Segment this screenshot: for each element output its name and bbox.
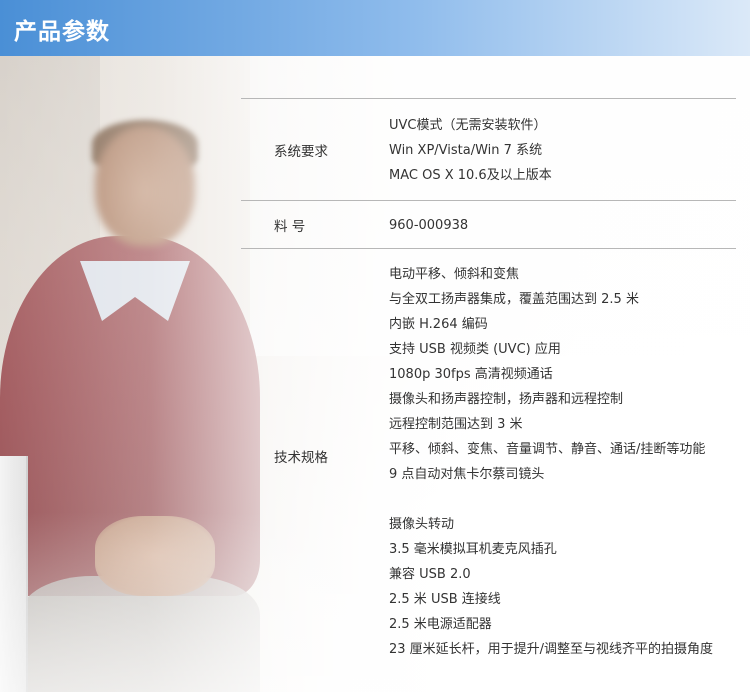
- spec-value-line: 支持 USB 视频类 (UVC) 应用: [389, 342, 561, 357]
- spec-value-line: UVC模式（无需安装软件）: [389, 118, 547, 133]
- spec-value-line: 2.5 米电源适配器: [389, 617, 492, 632]
- spec-values: 960-000938: [387, 201, 736, 248]
- spec-value-line: 远程控制范围达到 3 米: [389, 417, 523, 432]
- spec-table: 系统要求 UVC模式（无需安装软件） Win XP/Vista/Win 7 系统…: [241, 98, 736, 662]
- spec-values: UVC模式（无需安装软件） Win XP/Vista/Win 7 系统 MAC …: [387, 99, 736, 200]
- spec-value-line: 内嵌 H.264 编码: [389, 317, 488, 332]
- spec-value-line: 摄像头转动: [389, 517, 455, 532]
- spec-value-line: 2.5 米 USB 连接线: [389, 592, 501, 607]
- spec-value-line: 3.5 毫米模拟耳机麦克风插孔: [389, 542, 557, 557]
- spec-value-line: Win XP/Vista/Win 7 系统: [389, 143, 543, 158]
- spec-label: 料 号: [274, 218, 306, 235]
- spec-row-technical-specs: 技术规格 电动平移、倾斜和变焦 与全双工扬声器集成，覆盖范围达到 2.5 米 内…: [241, 249, 736, 662]
- spec-value-line: 960-000938: [389, 218, 469, 233]
- spec-value-line: 1080p 30fps 高清视频通话: [389, 367, 553, 382]
- spec-value-line: 9 点自动对焦卡尔蔡司镜头: [389, 467, 545, 482]
- spec-row-system-requirements: 系统要求 UVC模式（无需安装软件） Win XP/Vista/Win 7 系统…: [241, 99, 736, 201]
- spec-value-line: 与全双工扬声器集成，覆盖范围达到 2.5 米: [389, 292, 639, 307]
- spec-value-line: 23 厘米延长杆，用于提升/调整至与视线齐平的拍摄角度: [389, 642, 714, 657]
- spec-value-line: 摄像头和扬声器控制，扬声器和远程控制: [389, 392, 624, 407]
- spec-value-line: 平移、倾斜、变焦、音量调节、静音、通话/挂断等功能: [389, 442, 706, 457]
- spec-values: 电动平移、倾斜和变焦 与全双工扬声器集成，覆盖范围达到 2.5 米 内嵌 H.2…: [387, 249, 736, 662]
- spec-value-line: MAC OS X 10.6及以上版本: [389, 168, 552, 183]
- section-title: 产品参数: [14, 19, 110, 45]
- spec-row-part-number: 料 号 960-000938: [241, 201, 736, 249]
- spec-value-line: 电动平移、倾斜和变焦: [389, 267, 520, 282]
- spec-label: 系统要求: [274, 143, 328, 160]
- spec-value-line: 兼容 USB 2.0: [389, 567, 471, 582]
- spec-label: 技术规格: [274, 449, 328, 466]
- section-header-bar: 产品参数: [0, 0, 750, 56]
- spec-value-spacer: [389, 487, 736, 512]
